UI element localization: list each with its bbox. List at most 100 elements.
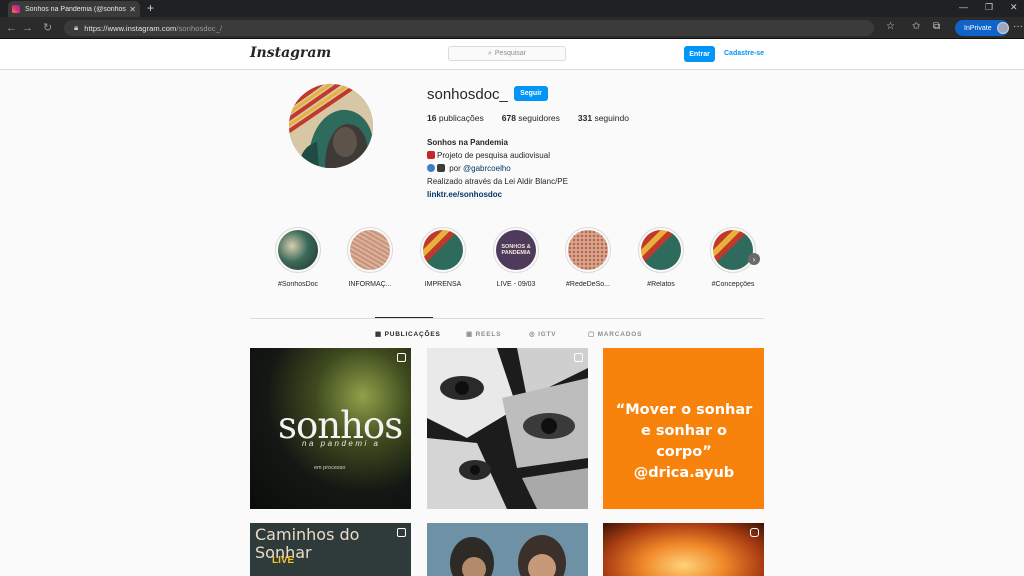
instagram-favicon-icon [12, 5, 20, 13]
tab-label: PUBLICAÇÕES [384, 331, 441, 338]
more-icon[interactable]: ··· [1013, 21, 1023, 32]
highlight-ring [710, 227, 756, 273]
profile-icon [996, 22, 1009, 34]
highlight-cover: SONHOS & PANDEMIA [496, 230, 536, 270]
refresh-icon[interactable]: ↻ [43, 21, 52, 35]
highlight-label: #Concepções [711, 281, 755, 288]
highlight-item[interactable]: #SonhosDoc [268, 227, 328, 288]
profile-username: sonhosdoc_ [427, 86, 508, 103]
tab-close-icon[interactable]: ✕ [129, 5, 136, 14]
tab-label: REELS [475, 331, 502, 338]
browser-tab[interactable]: Sonhos na Pandemia (@sonhosdoc_ ✕ [8, 1, 140, 17]
tab-marcados[interactable]: ▢ MARCADOS [588, 330, 642, 338]
highlight-item[interactable]: #Relatos [631, 227, 691, 288]
followers-count: 678 [501, 113, 516, 123]
tab-igtv[interactable]: ◎ IGTV [529, 330, 556, 338]
browser-toolbar: ← → ↻ 🔒︎ https://www.instagram.com/sonho… [0, 17, 1024, 39]
highlight-label: #SonhosDoc [277, 281, 319, 288]
followers-stat[interactable]: 678 seguidores [502, 113, 560, 123]
reels-icon: ▣ [466, 331, 476, 338]
address-bar[interactable]: 🔒︎ https://www.instagram.com/sonhosdoc_/ [64, 20, 874, 36]
highlight-cover [713, 230, 753, 270]
highlight-label: #RedeDeSo... [566, 281, 610, 288]
highlight-item[interactable]: SONHOS & PANDEMIA LIVE - 09/03 [486, 227, 546, 288]
post-live-text: LIVE [272, 555, 295, 566]
highlight-item[interactable]: INFORMAÇ... [340, 227, 400, 288]
post-quote-text: “Mover o sonhar e sonhar o corpo” @drica… [615, 402, 753, 481]
grid-icon: ▦ [375, 331, 385, 338]
posts-label: publicações [438, 113, 484, 123]
instagram-header: Instagram ⌕ Pesquisar Entrar Cadastre-se [0, 39, 1024, 70]
post-thumbnail[interactable]: Caminhos do Sonhar LIVE [250, 523, 411, 576]
globe-icon [427, 164, 435, 172]
following-label: seguindo [594, 113, 629, 123]
new-tab-icon[interactable]: + [147, 1, 154, 15]
tabs-divider [250, 318, 764, 319]
minimize-icon[interactable]: — [959, 2, 968, 12]
reel-badge-icon [750, 528, 759, 537]
tab-title: Sonhos na Pandemia (@sonhosdoc_ [25, 5, 126, 13]
post-thumbnail[interactable]: “Mover o sonhar e sonhar o corpo” @drica… [603, 348, 764, 509]
tagged-icon: ▢ [588, 331, 598, 338]
bio-website-link[interactable]: linktr.ee/sonhosdoc [427, 188, 568, 201]
highlight-item[interactable]: IMPRENSA [413, 227, 473, 288]
profile-bio: Sonhos na Pandemia Projeto de pesquisa a… [427, 136, 568, 201]
tab-publicacoes[interactable]: ▦ PUBLICAÇÕES [375, 330, 441, 338]
lock-icon: 🔒︎ [74, 23, 79, 32]
carousel-badge-icon [397, 528, 406, 537]
post-thumbnail[interactable]: sonhos na pandemi a em processo [250, 348, 411, 509]
extension-icon[interactable]: ☆ [886, 21, 895, 32]
bio-line-3: Realizado através da Lei Aldir Blanc/PE [427, 177, 568, 186]
bio-line-2: por @gabrcoelho [427, 162, 568, 175]
tab-reels[interactable]: ▣ REELS [466, 330, 501, 338]
search-input[interactable]: ⌕ Pesquisar [448, 46, 566, 61]
maximize-icon[interactable]: ❐ [985, 2, 993, 13]
bio-mention-link[interactable]: @gabrcoelho [463, 164, 511, 173]
bio-line-1-text: Projeto de pesquisa audiovisual [437, 151, 550, 160]
post-thumbnail[interactable] [427, 523, 588, 576]
red-book-icon [427, 151, 435, 159]
highlight-ring [275, 227, 321, 273]
profile-stats: 16 publicações 678 seguidores 331 seguin… [427, 113, 629, 123]
bio-line-1: Projeto de pesquisa audiovisual [427, 149, 568, 162]
following-stat[interactable]: 331 seguindo [578, 113, 629, 123]
browser-tab-strip: Sonhos na Pandemia (@sonhosdoc_ ✕ + — ❐ … [0, 0, 1024, 17]
following-count: 331 [577, 113, 593, 123]
inprivate-label: InPrivate [964, 24, 992, 32]
highlight-ring [420, 227, 466, 273]
highlights-next-icon[interactable]: › [748, 253, 760, 265]
carousel-badge-icon [574, 353, 583, 362]
search-icon: ⌕ [487, 49, 492, 57]
url-text: https://www.instagram.com/sonhosdoc_/ [84, 24, 222, 33]
highlight-label: IMPRENSA [424, 281, 462, 288]
favorites-icon[interactable]: ✩ [912, 21, 920, 32]
highlight-cover [641, 230, 681, 270]
igtv-icon: ◎ [529, 331, 539, 338]
url-path: /sonhosdoc_/ [176, 23, 223, 33]
highlight-cover [350, 230, 390, 270]
back-icon[interactable]: ← [6, 21, 17, 35]
highlight-ring [638, 227, 684, 273]
display-name: Sonhos na Pandemia [427, 138, 508, 147]
signup-link[interactable]: Cadastre-se [724, 50, 764, 57]
window-close-icon[interactable]: ✕ [1010, 2, 1018, 13]
instagram-logo[interactable]: Instagram [250, 45, 331, 61]
post-thumbnail[interactable] [603, 523, 764, 576]
highlight-label: INFORMAÇ... [348, 281, 392, 288]
highlight-cover [568, 230, 608, 270]
follow-button[interactable]: Seguir [514, 86, 548, 101]
profile-avatar[interactable] [289, 84, 373, 168]
url-host: https://www.instagram.com [84, 23, 177, 33]
highlight-label: #Relatos [647, 281, 675, 288]
forward-icon[interactable]: → [22, 21, 33, 35]
tab-label: IGTV [538, 331, 557, 338]
collections-icon[interactable]: ⧉ [933, 21, 940, 32]
posts-count: 16 [427, 113, 437, 123]
highlight-ring: SONHOS & PANDEMIA [493, 227, 539, 273]
login-button[interactable]: Entrar [684, 46, 715, 62]
inprivate-button[interactable]: InPrivate [955, 20, 1009, 36]
post-subtitle-text: na pandemi a [302, 439, 381, 448]
highlight-item[interactable]: #RedeDeSo... [558, 227, 618, 288]
post-thumbnail[interactable] [427, 348, 588, 509]
highlight-ring [565, 227, 611, 273]
